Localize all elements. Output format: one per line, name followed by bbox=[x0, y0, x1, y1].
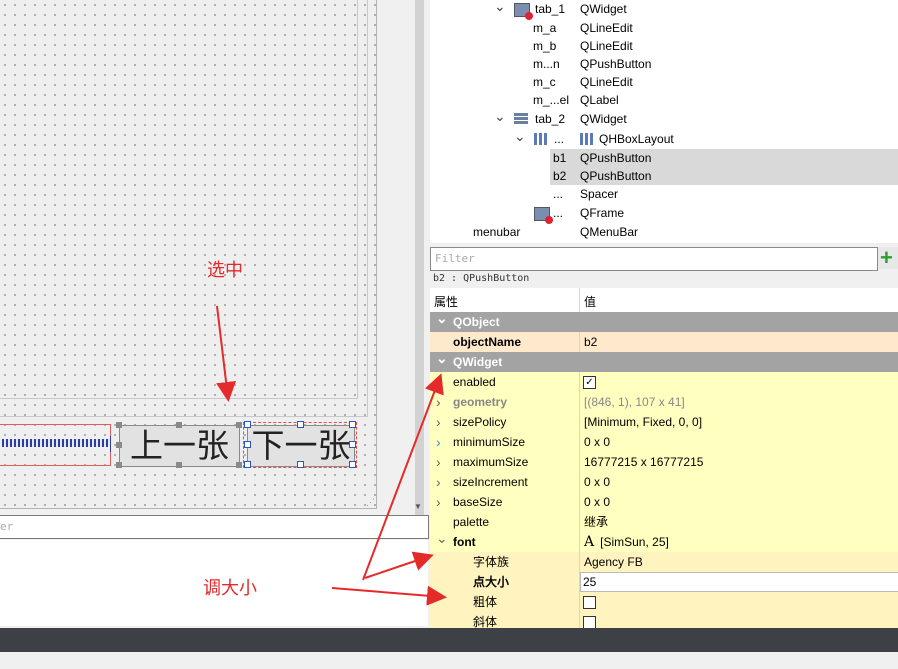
bottom-strip bbox=[0, 652, 898, 669]
annotation-arrows bbox=[216, 305, 447, 606]
arrow-to-buttons bbox=[216, 305, 237, 402]
arrow-to-enabled bbox=[362, 373, 444, 581]
arrow-to-point-size bbox=[331, 585, 447, 606]
status-bar bbox=[0, 628, 898, 652]
arrow-to-font bbox=[364, 551, 434, 579]
